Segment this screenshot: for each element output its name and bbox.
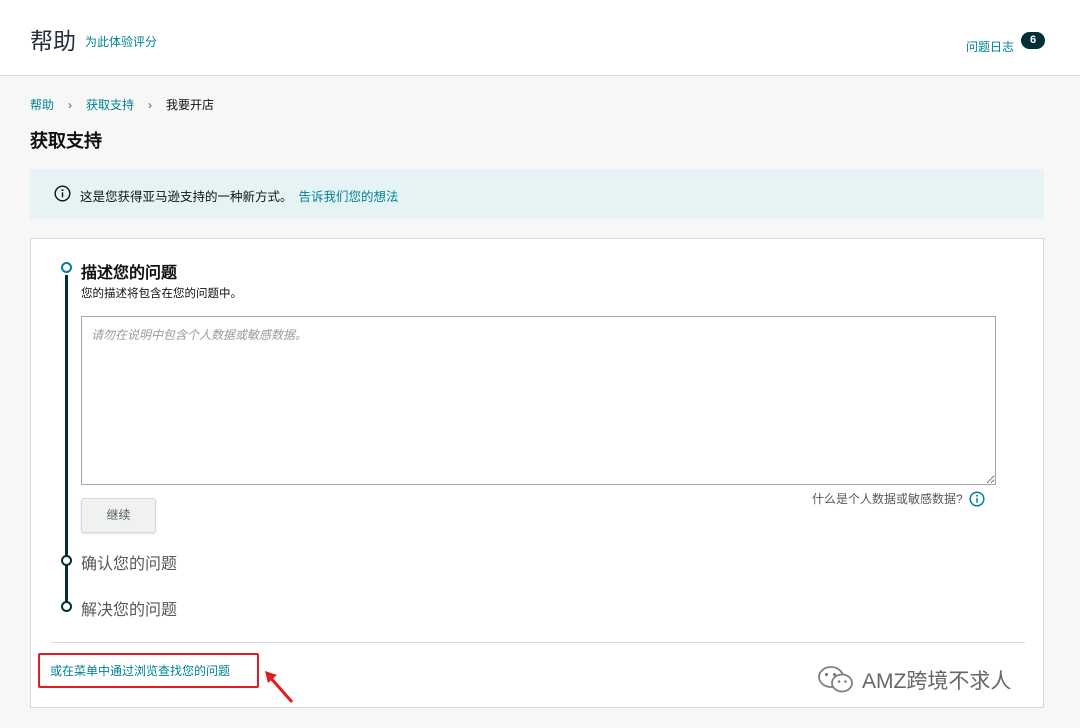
- step1-title: 描述您的问题: [81, 265, 178, 282]
- arrow-annotation-icon: [265, 671, 294, 703]
- page-title: 获取支持: [30, 131, 102, 151]
- breadcrumb-current: 我要开店: [166, 98, 215, 112]
- watermark: AMZ跨境不求人: [816, 664, 1011, 696]
- continue-button[interactable]: 继续: [81, 498, 156, 533]
- wechat-icon: [818, 666, 853, 693]
- issue-description-textarea[interactable]: [81, 316, 996, 485]
- privacy-hint-label[interactable]: 什么是个人数据或敏感数据?: [812, 490, 963, 507]
- app-title: 帮助: [30, 28, 76, 54]
- browse-menu-link[interactable]: 或在菜单中通过浏览查找您的问题: [50, 662, 230, 679]
- info-icon[interactable]: [969, 490, 985, 507]
- step2-title: 确认您的问题: [81, 556, 178, 573]
- privacy-hint[interactable]: 什么是个人数据或敏感数据?: [812, 490, 985, 507]
- step3-title: 解决您的问题: [81, 602, 178, 619]
- support-card: 描述您的问题 您的描述将包含在您的问题中。 什么是个人数据或敏感数据? 继续 确…: [30, 238, 1044, 708]
- issue-log-link[interactable]: 问题日志: [966, 38, 1014, 55]
- chevron-right-icon: ›: [68, 97, 73, 112]
- chevron-right-icon: ›: [148, 97, 153, 112]
- step1-marker: [61, 262, 72, 273]
- top-bar: 帮助 为此体验评分 问题日志 6: [0, 0, 1080, 76]
- issue-count-badge[interactable]: 6: [1021, 32, 1045, 49]
- breadcrumb: 帮助 › 获取支持 › 我要开店: [30, 96, 214, 113]
- feedback-link[interactable]: 告诉我们您的想法: [299, 190, 399, 204]
- info-icon: [54, 185, 71, 202]
- step2-marker: [61, 555, 72, 566]
- watermark-text: AMZ跨境不求人: [862, 670, 1012, 693]
- breadcrumb-get-support[interactable]: 获取支持: [86, 96, 134, 113]
- step1-subtitle: 您的描述将包含在您的问题中。: [81, 288, 242, 300]
- rate-experience-link[interactable]: 为此体验评分: [85, 33, 157, 50]
- step3-marker: [61, 601, 72, 612]
- breadcrumb-help[interactable]: 帮助: [30, 96, 54, 113]
- card-divider: [51, 642, 1025, 643]
- info-banner-message: 这是您获得亚马逊支持的一种新方式。: [80, 190, 293, 204]
- info-banner: 这是您获得亚马逊支持的一种新方式。 告诉我们您的想法: [30, 169, 1044, 219]
- info-banner-text: 这是您获得亚马逊支持的一种新方式。 告诉我们您的想法: [80, 186, 399, 205]
